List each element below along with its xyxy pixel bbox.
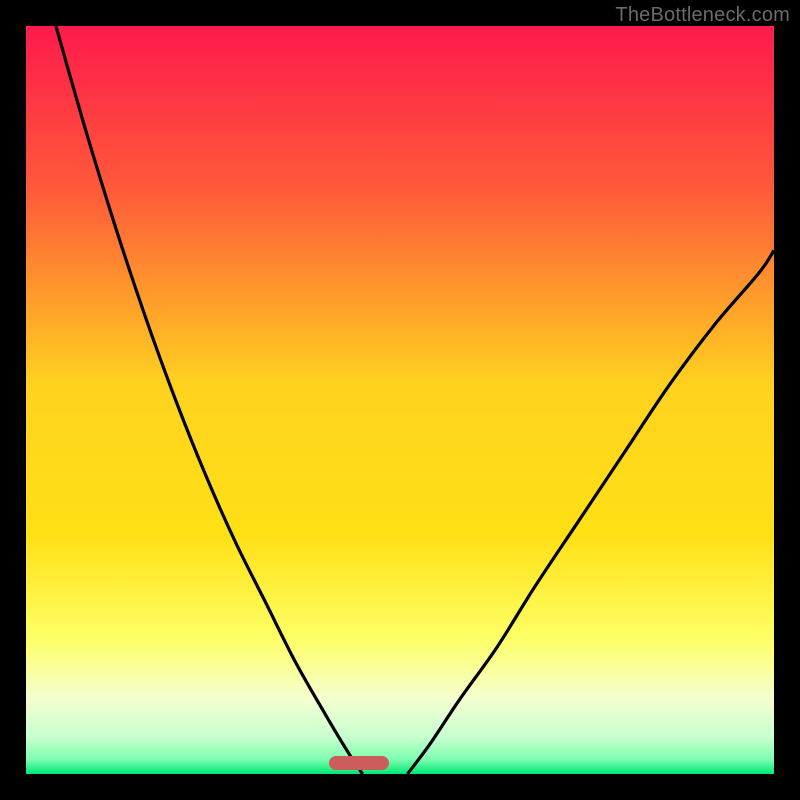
plot-area — [26, 26, 774, 774]
optimum-marker — [329, 756, 389, 770]
curve-right-branch — [407, 250, 774, 774]
watermark-text: TheBottleneck.com — [615, 4, 790, 27]
curve-left-branch — [56, 26, 363, 774]
bottleneck-curves — [26, 26, 774, 774]
